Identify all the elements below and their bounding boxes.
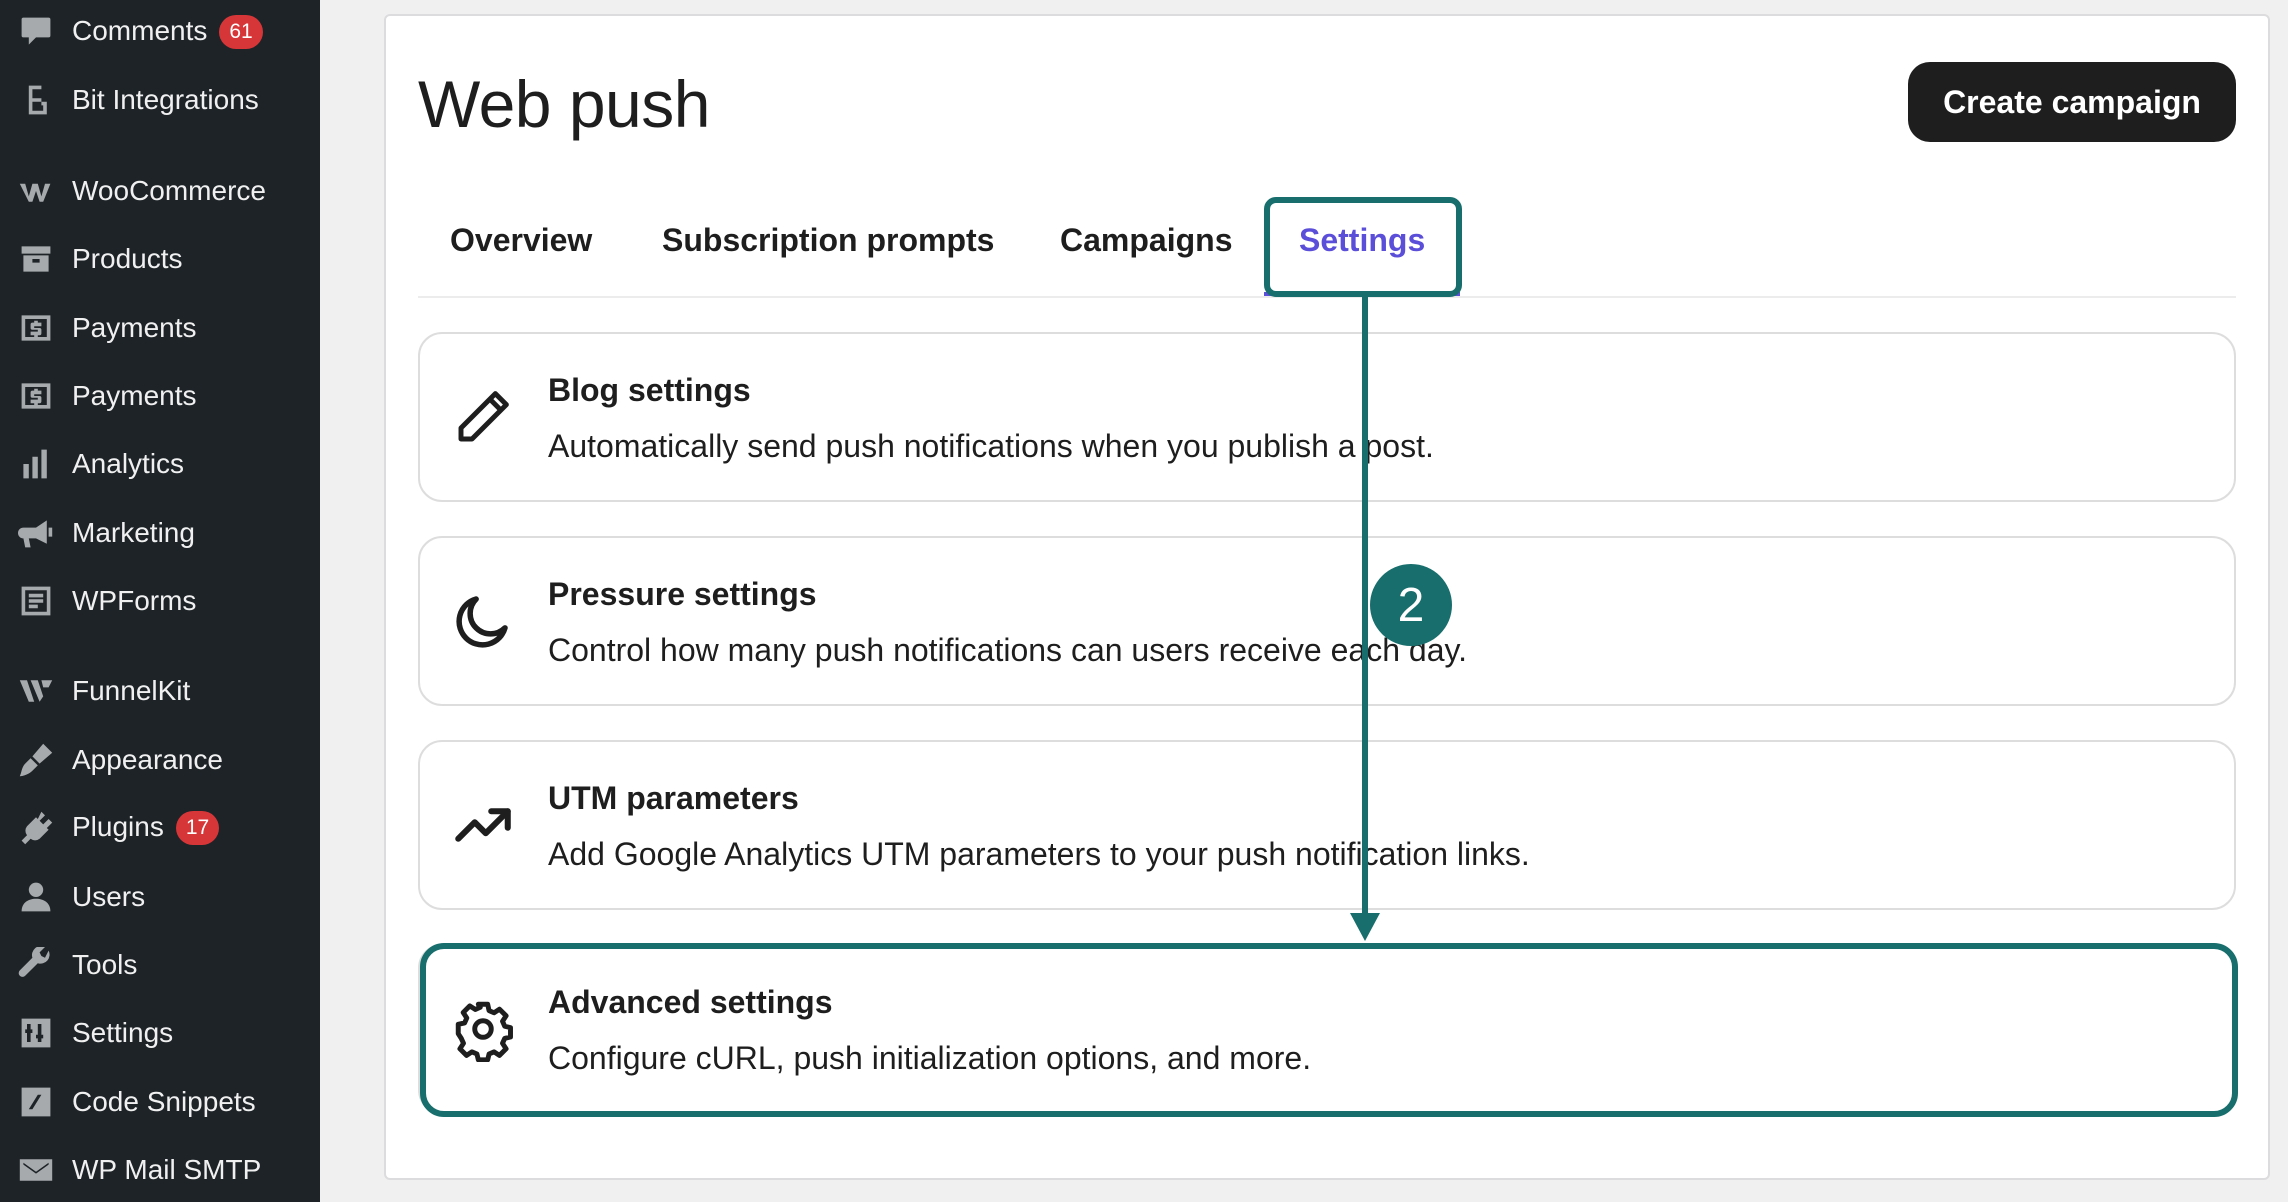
utm-parameters-card[interactable]: UTM parameters Add Google Analytics UTM …	[418, 740, 2236, 910]
analytics-icon	[16, 444, 56, 484]
products-icon	[16, 239, 56, 279]
funnelkit-icon	[16, 671, 56, 711]
annotation-arrow-line	[1362, 297, 1368, 915]
sidebar-item-label: Settings	[72, 1017, 174, 1048]
sidebar-item-code-snippets[interactable]: Code Snippets	[0, 1074, 320, 1130]
megaphone-icon	[16, 513, 56, 553]
tab-overview[interactable]: Overview	[450, 222, 592, 259]
card-description: Automatically send push notifications wh…	[548, 428, 1434, 464]
paintbrush-icon	[16, 740, 56, 780]
wpforms-icon	[16, 581, 56, 621]
payments-icon	[16, 308, 56, 348]
sidebar-item-tools[interactable]: Tools	[0, 937, 320, 993]
trending-up-icon	[450, 792, 516, 858]
annotation-arrow-head	[1350, 913, 1380, 941]
user-icon	[16, 877, 56, 917]
tab-campaigns[interactable]: Campaigns	[1060, 222, 1232, 259]
settings-tab-highlight	[1264, 197, 1462, 297]
create-campaign-button[interactable]: Create campaign	[1908, 62, 2236, 142]
sidebar-item-label: Comments	[72, 14, 208, 46]
sidebar-item-products[interactable]: Products	[0, 231, 320, 287]
advanced-settings-highlight	[420, 943, 2238, 1117]
page-title: Web push	[418, 67, 710, 141]
sidebar-item-funnelkit[interactable]: FunnelKit	[0, 663, 320, 719]
sidebar-item-label: Bit Integrations	[72, 84, 259, 115]
mail-icon	[16, 1150, 56, 1190]
tab-subscription-prompts[interactable]: Subscription prompts	[662, 222, 994, 259]
sidebar-item-appearance[interactable]: Appearance	[0, 732, 320, 788]
woocommerce-icon	[16, 171, 56, 211]
pressure-settings-card[interactable]: Pressure settings Control how many push …	[418, 536, 2236, 706]
sidebar-item-label: Payments	[72, 380, 197, 411]
code-snippets-icon	[16, 1082, 56, 1122]
card-title: UTM parameters	[548, 780, 799, 816]
pencil-icon	[450, 384, 516, 450]
sidebar-item-label: Analytics	[72, 448, 185, 479]
sidebar-item-label: Products	[72, 243, 183, 274]
moon-icon	[450, 588, 516, 654]
comments-icon	[16, 12, 56, 52]
sidebar-item-woocommerce[interactable]: WooCommerce	[0, 163, 320, 219]
sidebar-item-settings[interactable]: Settings	[0, 1005, 320, 1061]
settings-sliders-icon	[16, 1013, 56, 1053]
sidebar-item-label: WPForms	[72, 585, 197, 616]
plug-icon	[16, 808, 56, 848]
sidebar-item-label: WooCommerce	[72, 175, 266, 206]
sidebar-item-payments[interactable]: Payments	[0, 300, 320, 356]
sidebar-item-bit-integrations[interactable]: Bit Integrations	[0, 72, 320, 128]
comments-count-badge: 61	[219, 15, 263, 50]
payments-icon	[16, 376, 56, 416]
sidebar-item-users[interactable]: Users	[0, 869, 320, 925]
sidebar-item-label: Appearance	[72, 744, 224, 775]
card-title: Pressure settings	[548, 576, 817, 612]
sidebar-item-analytics[interactable]: Analytics	[0, 436, 320, 492]
sidebar-item-label: FunnelKit	[72, 675, 191, 706]
sidebar-item-payments-2[interactable]: Payments	[0, 368, 320, 424]
blog-settings-card[interactable]: Blog settings Automatically send push no…	[418, 332, 2236, 502]
sidebar-item-label: Payments	[72, 312, 197, 343]
card-title: Blog settings	[548, 372, 751, 408]
sidebar-item-wpforms[interactable]: WPForms	[0, 573, 320, 629]
sidebar-item-label: Tools	[72, 949, 138, 980]
card-description: Control how many push notifications can …	[548, 632, 1467, 668]
admin-sidebar: Comments 61 Bit Integrations WooCommerce …	[0, 0, 320, 1202]
sidebar-item-label: Plugins	[72, 810, 164, 842]
plugins-update-badge: 17	[175, 811, 220, 846]
sidebar-item-marketing[interactable]: Marketing	[0, 505, 320, 561]
bit-integrations-icon	[16, 80, 56, 120]
sidebar-item-label: Users	[72, 881, 146, 912]
sidebar-item-label: Code Snippets	[72, 1086, 256, 1117]
sidebar-item-comments[interactable]: Comments 61	[0, 4, 320, 60]
card-description: Add Google Analytics UTM parameters to y…	[548, 836, 1530, 872]
sidebar-item-label: WP Mail SMTP	[72, 1154, 262, 1185]
sidebar-item-wp-mail-smtp[interactable]: WP Mail SMTP	[0, 1142, 320, 1198]
wrench-icon	[16, 945, 56, 985]
sidebar-item-plugins[interactable]: Plugins 17	[0, 800, 320, 856]
step-number-badge: 2	[1370, 564, 1452, 646]
sidebar-item-label: Marketing	[72, 517, 195, 548]
